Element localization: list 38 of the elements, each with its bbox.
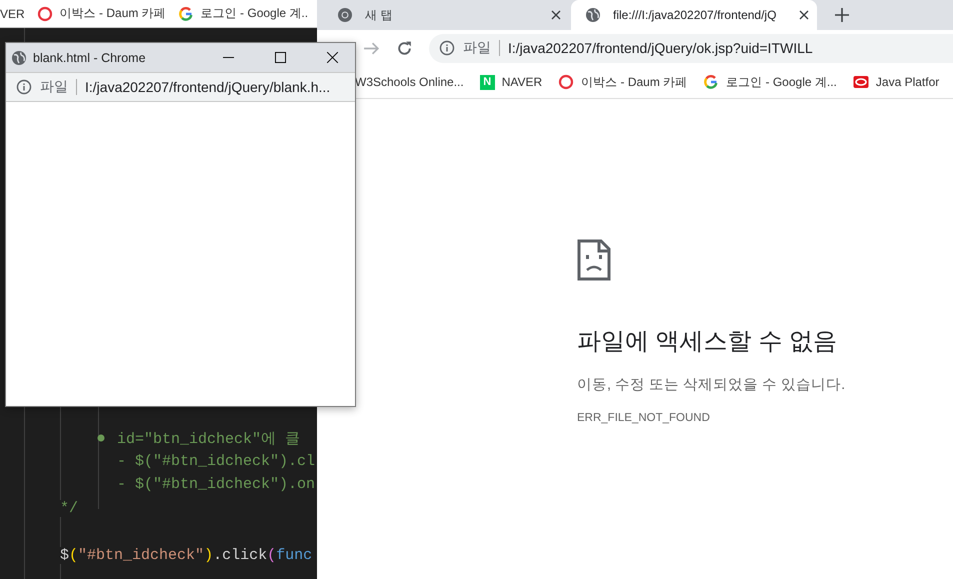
bookmark[interactable]: Java Platfor — [852, 74, 940, 90]
url-text: I:/java202207/frontend/jQuery/ok.jsp?uid=ITWILL — [508, 40, 813, 56]
tab-title: file:///I:/java202207/frontend/jQ — [613, 8, 778, 22]
error-message: 이동, 수정 또는 삭제되었을 수 있습니다. — [577, 376, 846, 394]
sad-file-icon — [577, 239, 611, 281]
bookmark[interactable]: 로그인 - Google 계.. — [178, 5, 308, 22]
info-icon[interactable] — [16, 79, 32, 95]
close-icon[interactable] — [551, 10, 561, 20]
tab-title: 새 탭 — [365, 6, 394, 24]
bullet-dot-icon — [97, 434, 105, 442]
address-bar[interactable]: 파일 I:/java202207/frontend/jQuery/ok.jsp?uid=ITWILL — [429, 34, 953, 62]
close-icon[interactable] — [327, 52, 338, 63]
bookmark[interactable]: 이박스 - Daum 카페 — [558, 74, 688, 90]
error-code: ERR_FILE_NOT_FOUND — [577, 412, 711, 424]
url-text: I:/java202207/frontend/jQuery/blank.h... — [85, 79, 330, 95]
new-tab-icon[interactable] — [835, 8, 849, 22]
reload-icon[interactable] — [396, 40, 413, 56]
bookmark[interactable]: W3Schools Online... — [355, 75, 464, 89]
bookmark[interactable]: VER — [0, 6, 25, 20]
ring-icon — [36, 6, 53, 22]
globe-icon — [585, 7, 601, 23]
window-title: blank.html - Chrome — [33, 50, 147, 64]
info-icon[interactable] — [439, 40, 455, 56]
bookmark[interactable]: 로그인 - Google 계... — [703, 74, 837, 90]
browser-tab[interactable]: 새 탭 — [323, 0, 569, 30]
maximize-icon[interactable] — [275, 52, 286, 63]
bookmark[interactable]: N NAVER — [480, 74, 542, 90]
ring-icon — [558, 74, 574, 90]
close-icon[interactable] — [799, 10, 809, 20]
scheme-label: 파일 — [463, 39, 491, 57]
bookmark[interactable]: 이박스 - Daum 카페 — [36, 5, 166, 22]
n-letter-icon: N — [480, 74, 495, 90]
multicolor-g-icon — [178, 6, 194, 22]
globe-icon — [11, 50, 27, 66]
scheme-label: 파일 — [40, 78, 68, 96]
multicolor-g-icon — [703, 74, 720, 90]
error-title: 파일에 액세스할 수 없음 — [577, 327, 838, 357]
browser-tab[interactable]: file:///I:/java202207/frontend/jQ — [571, 0, 817, 30]
